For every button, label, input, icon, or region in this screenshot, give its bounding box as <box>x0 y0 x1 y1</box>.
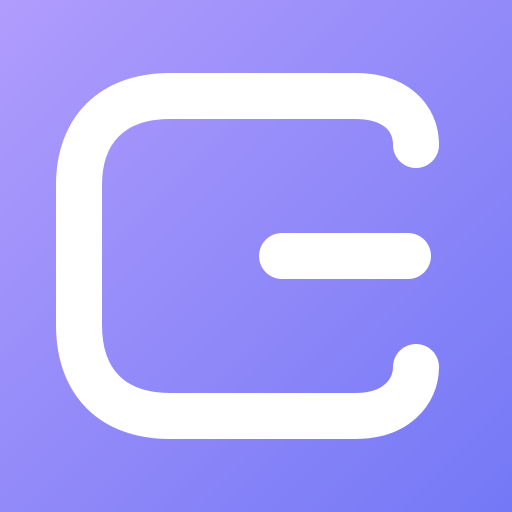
wallet-icon <box>0 0 512 512</box>
app-icon-tile <box>0 0 512 512</box>
